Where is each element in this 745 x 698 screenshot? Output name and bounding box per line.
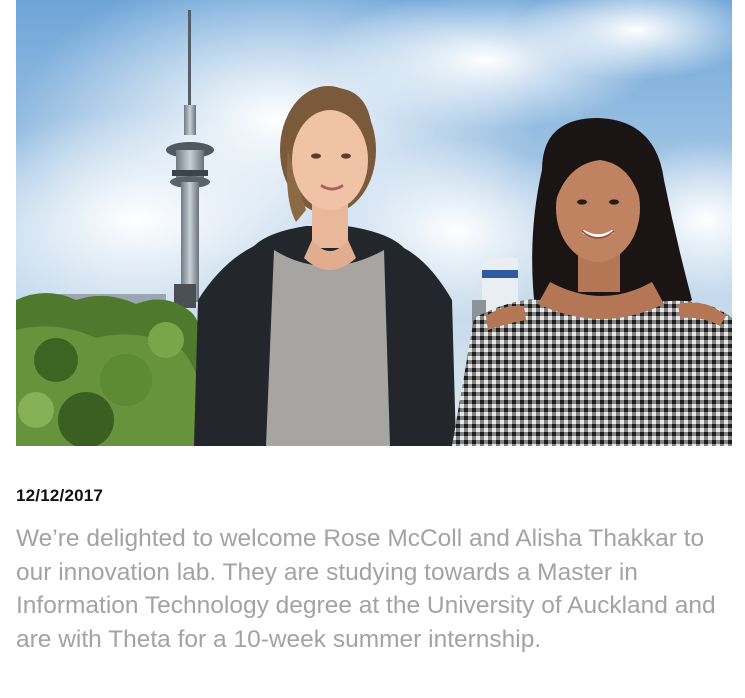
news-article: 12/12/2017 We’re delighted to welcome Ro… <box>0 0 745 698</box>
article-body: We’re delighted to welcome Rose McColl a… <box>16 525 716 653</box>
article-photo <box>16 0 732 446</box>
article-date: 12/12/2017 <box>16 486 104 505</box>
